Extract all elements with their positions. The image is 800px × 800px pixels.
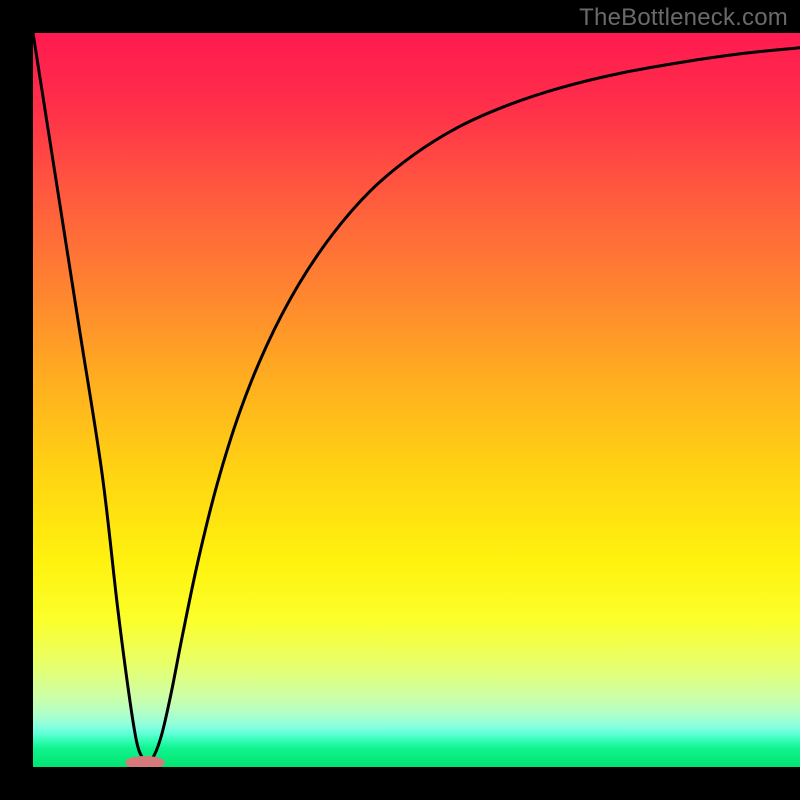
bottleneck-plot xyxy=(0,0,800,800)
plot-border-left xyxy=(0,0,33,800)
watermark-text: TheBottleneck.com xyxy=(579,4,788,32)
chart-frame: TheBottleneck.com xyxy=(0,0,800,800)
plot-background xyxy=(33,33,800,767)
plot-border-bottom xyxy=(0,767,800,800)
